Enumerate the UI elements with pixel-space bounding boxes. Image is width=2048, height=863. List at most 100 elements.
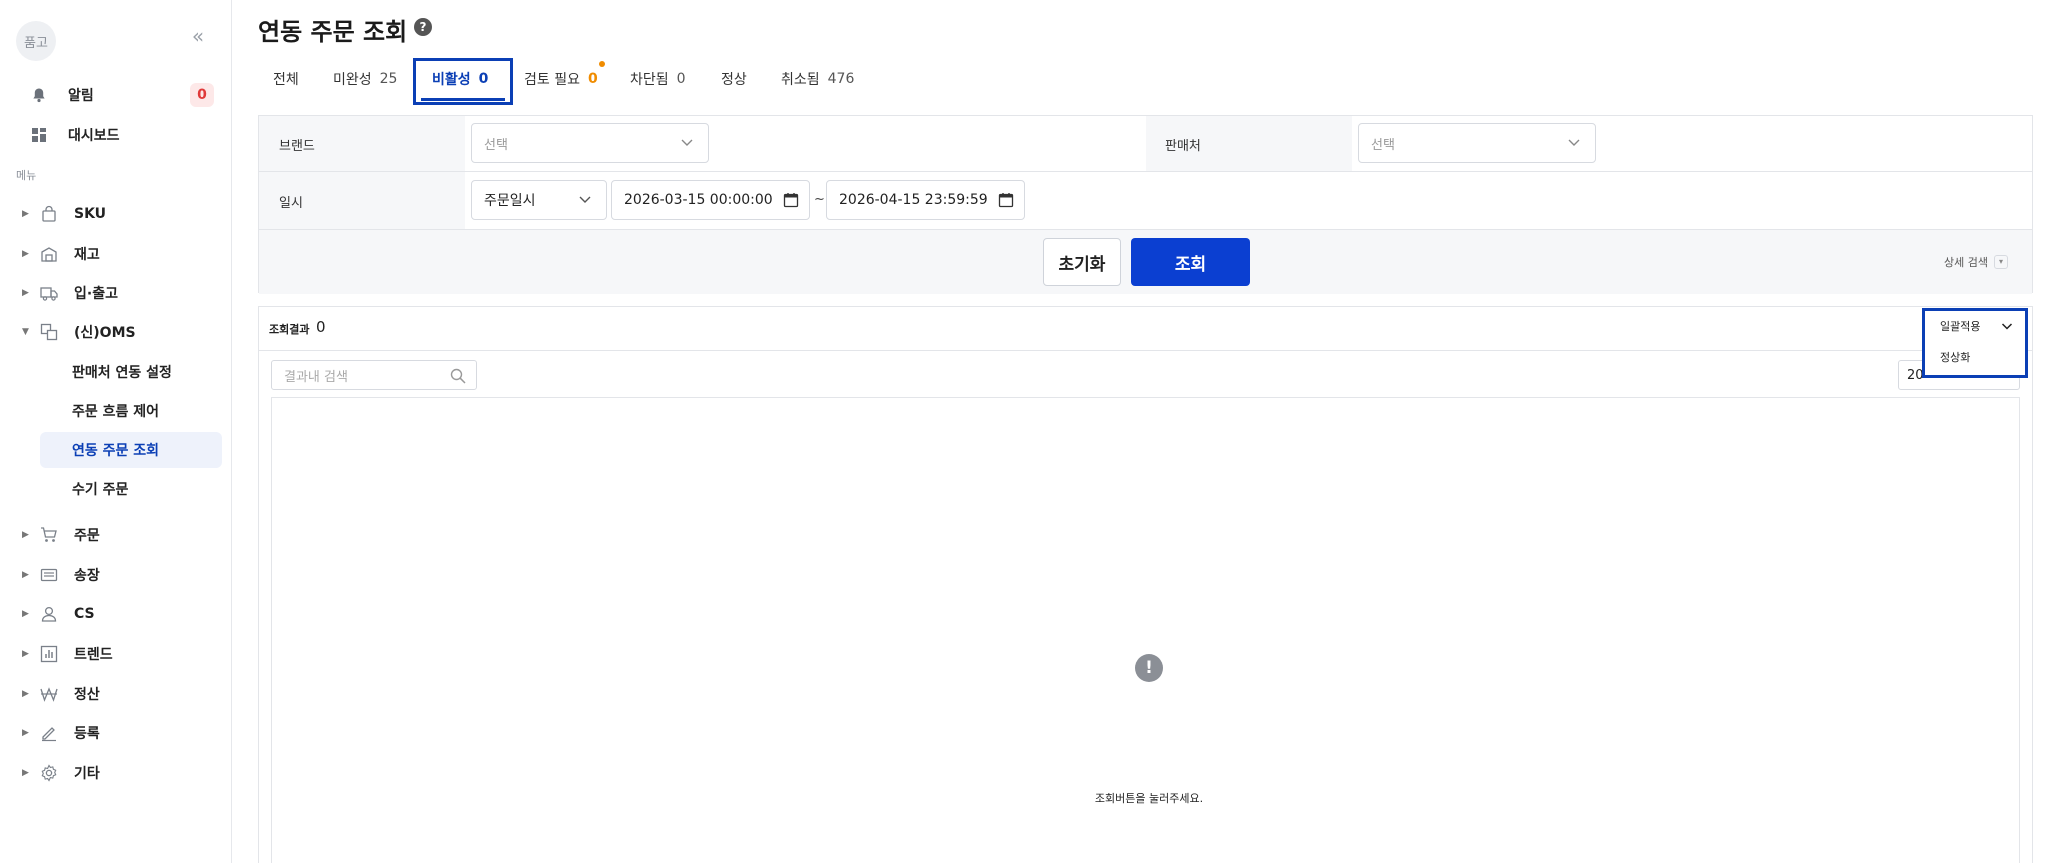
sidebar-item-orders[interactable]: ▶ 주문 xyxy=(0,519,232,551)
expand-caret-icon: ▶ xyxy=(22,288,29,298)
tab-count: 25 xyxy=(379,71,398,87)
sidebar-item-dashboard[interactable]: 대시보드 xyxy=(28,121,120,149)
chevron-down-icon xyxy=(681,139,693,146)
invoice-icon xyxy=(38,564,60,586)
sidebar-item-inbound-outbound[interactable]: ▶ 입·출고 xyxy=(0,277,232,309)
calendar-icon[interactable] xyxy=(783,192,799,208)
chevron-down-icon xyxy=(1568,139,1580,146)
review-alert-dot xyxy=(599,61,605,67)
pencil-icon xyxy=(38,722,60,744)
expand-caret-icon: ▶ xyxy=(22,249,29,259)
sidebar-subitem-label: 수기 주문 xyxy=(72,482,129,498)
sidebar-item-etc[interactable]: ▶ 기타 xyxy=(0,757,232,789)
sidebar-item-oms[interactable]: ▼ (신)OMS xyxy=(0,316,232,348)
sidebar: 품고 « 알림 0 대시보드 메뉴 ▶ SKU ▶ 재고 ▶ 입·출고 ▼ (신… xyxy=(0,0,232,863)
help-icon[interactable]: ? xyxy=(414,18,432,36)
sidebar-item-label: 입·출고 xyxy=(74,286,118,302)
won-icon xyxy=(38,683,60,705)
advanced-search-label: 상세 검색 xyxy=(1944,256,1988,269)
date-to-value: 2026-04-15 23:59:59 xyxy=(839,192,988,208)
seller-label: 판매처 xyxy=(1165,139,1201,154)
sidebar-item-sku[interactable]: ▶ SKU xyxy=(0,198,232,230)
sidebar-subitem-seller-integration[interactable]: 판매처 연동 설정 xyxy=(40,354,222,390)
brand-select-value: 선택 xyxy=(484,137,508,153)
search-icon[interactable] xyxy=(450,368,466,384)
sidebar-subitem-label: 주문 흐름 제어 xyxy=(72,404,160,420)
filter-row-date: 일시 주문일시 2026-03-15 00:00:00 ~ 2026-04-15… xyxy=(259,172,2032,230)
sidebar-item-label: 정산 xyxy=(74,687,100,703)
result-search-input[interactable]: 결과내 검색 xyxy=(271,360,477,390)
bell-icon xyxy=(28,84,50,106)
user-icon xyxy=(38,603,60,625)
sidebar-item-cs[interactable]: ▶ CS xyxy=(0,598,232,630)
sidebar-subitem-order-flow[interactable]: 주문 흐름 제어 xyxy=(40,393,222,429)
sidebar-item-invoice[interactable]: ▶ 송장 xyxy=(0,559,232,591)
collapse-sidebar-icon[interactable]: « xyxy=(186,24,210,48)
search-button[interactable]: 조회 xyxy=(1131,238,1250,286)
active-tab-underline xyxy=(421,98,505,101)
sidebar-item-settlement[interactable]: ▶ 정산 xyxy=(0,678,232,710)
sidebar-item-label: CS xyxy=(74,606,95,622)
filter-panel: 브랜드 선택 판매처 선택 일시 주문일시 2026-03-15 00:00:0… xyxy=(258,115,2033,294)
tab-label: 취소됨 xyxy=(781,72,820,88)
sidebar-item-label: (신)OMS xyxy=(74,325,136,341)
date-from-input[interactable]: 2026-03-15 00:00:00 xyxy=(611,180,810,220)
tab-review-needed[interactable]: 검토 필요 0 xyxy=(524,58,598,100)
tab-count: 476 xyxy=(827,71,855,87)
sidebar-item-register[interactable]: ▶ 등록 xyxy=(0,717,232,749)
date-type-value: 주문일시 xyxy=(484,193,536,209)
brand-select[interactable]: 선택 xyxy=(471,123,709,163)
result-search-placeholder: 결과내 검색 xyxy=(284,369,348,385)
tab-count: 0 xyxy=(587,71,598,87)
chart-icon xyxy=(38,643,60,665)
sidebar-item-label: 트렌드 xyxy=(74,647,113,663)
seller-select-value: 선택 xyxy=(1371,137,1395,153)
tab-label: 전체 xyxy=(273,72,299,88)
bulk-option-normalize[interactable]: 정상화 xyxy=(1925,345,2025,369)
sidebar-item-label: 등록 xyxy=(74,726,100,742)
expand-caret-icon: ▶ xyxy=(22,768,29,778)
sidebar-item-notifications[interactable]: 알림 xyxy=(28,81,94,109)
sidebar-item-trend[interactable]: ▶ 트렌드 xyxy=(0,638,232,670)
chevron-down-icon xyxy=(579,196,591,203)
empty-state-message: 조회버튼을 눌러주세요. xyxy=(1094,792,1204,805)
sidebar-item-inventory[interactable]: ▶ 재고 xyxy=(0,238,232,270)
results-grid: ! 조회버튼을 눌러주세요. xyxy=(271,397,2020,863)
expand-caret-icon: ▶ xyxy=(22,649,29,659)
sidebar-item-label: 대시보드 xyxy=(68,128,120,144)
tab-blocked[interactable]: 차단됨 0 xyxy=(630,58,686,100)
truck-icon xyxy=(38,282,60,304)
sidebar-item-label: 재고 xyxy=(74,247,100,263)
tab-incomplete[interactable]: 미완성 25 xyxy=(333,58,397,100)
calendar-icon[interactable] xyxy=(998,192,1014,208)
tab-cancelled[interactable]: 취소됨 476 xyxy=(781,58,854,100)
bulk-option-label: 정상화 xyxy=(1940,351,1971,364)
tab-all[interactable]: 전체 xyxy=(273,58,299,100)
bulk-apply-dropdown[interactable]: 일괄적용 정상화 xyxy=(1922,308,2028,378)
chevron-down-icon: ▾ xyxy=(1994,255,2008,269)
date-to-input[interactable]: 2026-04-15 23:59:59 xyxy=(826,180,1025,220)
filter-actions: 초기화 조회 상세 검색 ▾ xyxy=(259,238,2032,286)
sidebar-subitem-linked-orders[interactable]: 연동 주문 조회 xyxy=(40,432,222,468)
reset-button[interactable]: 초기화 xyxy=(1043,238,1121,286)
tab-normal[interactable]: 정상 xyxy=(721,58,747,100)
bulk-apply-label: 일괄적용 xyxy=(1940,320,1981,333)
sidebar-item-label: SKU xyxy=(74,206,107,222)
advanced-search-toggle[interactable]: 상세 검색 ▾ xyxy=(1944,254,2008,270)
tab-count: 0 xyxy=(676,71,686,87)
sidebar-item-label: 알림 xyxy=(68,88,94,104)
date-type-select[interactable]: 주문일시 xyxy=(471,180,607,220)
sidebar-item-label: 주문 xyxy=(74,528,100,544)
bulk-apply-button[interactable]: 일괄적용 xyxy=(1925,311,2025,341)
brand-label: 브랜드 xyxy=(279,139,315,154)
seller-select[interactable]: 선택 xyxy=(1358,123,1596,163)
expand-caret-icon: ▶ xyxy=(22,728,29,738)
tab-label: 검토 필요 xyxy=(524,72,580,88)
sidebar-subitem-manual-order[interactable]: 수기 주문 xyxy=(40,471,222,507)
bag-icon xyxy=(38,203,60,225)
brand-logo[interactable]: 품고 xyxy=(16,21,56,61)
sidebar-item-label: 기타 xyxy=(74,766,100,782)
notification-count-badge: 0 xyxy=(190,83,214,107)
sidebar-item-label: 송장 xyxy=(74,568,100,584)
expand-caret-icon: ▶ xyxy=(22,609,29,619)
